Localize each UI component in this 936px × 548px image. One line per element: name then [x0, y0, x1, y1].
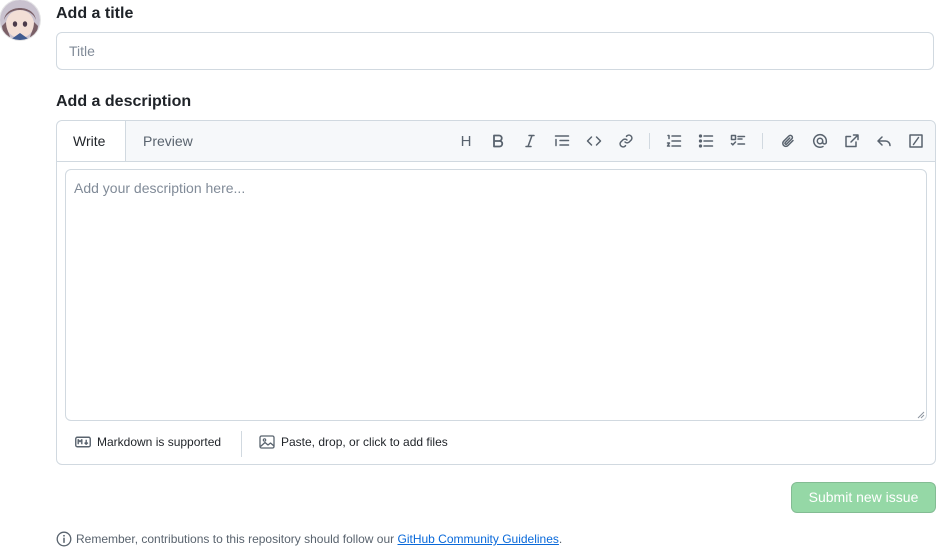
mention-icon [812, 133, 828, 148]
title-heading: Add a title [56, 5, 134, 22]
italic-button[interactable] [518, 129, 542, 153]
paperclip-icon [782, 134, 794, 148]
task-list-button[interactable] [726, 129, 750, 153]
description-textarea[interactable] [65, 169, 927, 421]
cross-reference-button[interactable] [840, 129, 864, 153]
markdown-icon [75, 436, 91, 448]
tab-write[interactable]: Write [57, 121, 126, 161]
avatar-image [0, 0, 40, 40]
link-button[interactable] [614, 129, 638, 153]
attach-button[interactable] [776, 129, 800, 153]
link-icon [619, 134, 633, 148]
slash-command-button[interactable] [904, 129, 928, 153]
description-heading: Add a description [56, 93, 192, 110]
mention-button[interactable] [808, 129, 832, 153]
cross-reference-icon [845, 134, 859, 148]
footer-divider [241, 431, 242, 457]
reply-icon [877, 136, 891, 147]
numbered-list-icon [666, 134, 682, 147]
heading-button[interactable]: H [454, 129, 478, 153]
notice-text: Remember, contributions to this reposito… [76, 532, 395, 546]
info-icon [56, 531, 72, 547]
task-list-icon [730, 134, 746, 146]
image-icon [259, 435, 275, 449]
heading-icon: H [460, 132, 472, 150]
notice-suffix: . [558, 532, 563, 546]
resize-handle-icon[interactable] [915, 409, 925, 419]
code-icon [586, 136, 602, 146]
add-files-label: Paste, drop, or click to add files [281, 435, 448, 449]
bullet-list-button[interactable] [694, 129, 718, 153]
saved-reply-button[interactable] [872, 129, 896, 153]
editor-header: Write Preview H [57, 121, 935, 162]
toolbar-divider [649, 133, 650, 149]
quote-icon [554, 135, 570, 147]
avatar[interactable] [0, 0, 40, 40]
numbered-list-button[interactable] [662, 129, 686, 153]
bullet-list-icon [698, 134, 714, 148]
toolbar-divider [762, 133, 763, 149]
slash-command-icon [909, 134, 923, 148]
bold-button[interactable] [486, 129, 510, 153]
submit-new-issue-button[interactable]: Submit new issue [791, 482, 936, 513]
quote-button[interactable] [550, 129, 574, 153]
community-guidelines-link[interactable]: GitHub Community Guidelines [398, 530, 559, 548]
markdown-label: Markdown is supported [97, 435, 222, 449]
add-files-button[interactable]: Paste, drop, or click to add files [259, 434, 448, 450]
tab-preview[interactable]: Preview [127, 121, 209, 161]
title-input[interactable] [56, 32, 934, 70]
bold-icon [493, 134, 504, 148]
markdown-supported-link[interactable]: Markdown is supported [75, 434, 221, 450]
contribution-notice: Remember, contributions to this reposito… [56, 530, 562, 548]
description-editor: Write Preview H Add your description her… [56, 120, 936, 465]
code-button[interactable] [582, 129, 606, 153]
italic-icon [525, 134, 535, 148]
